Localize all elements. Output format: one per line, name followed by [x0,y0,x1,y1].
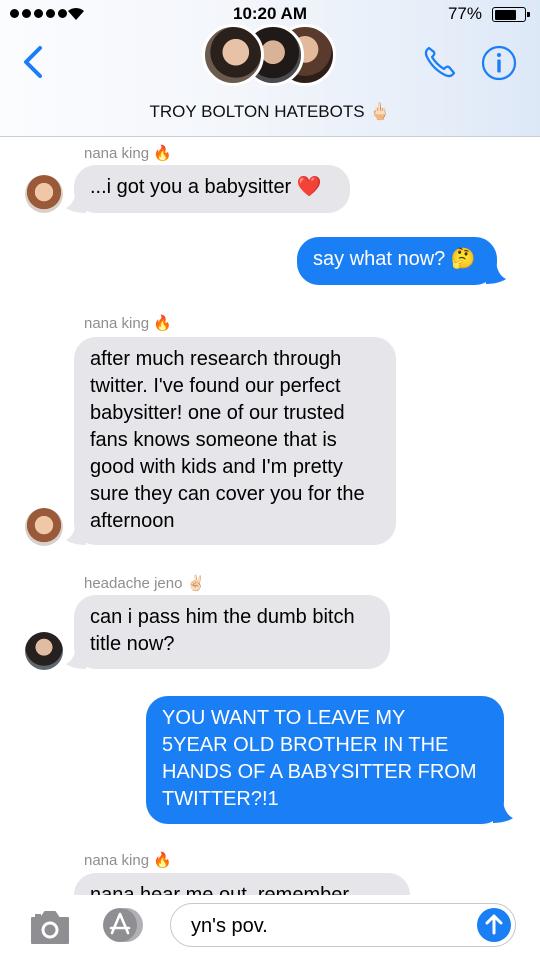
message-input-field[interactable] [170,903,516,947]
message-bubble-outgoing[interactable]: YOU WANT TO LEAVE MY 5YEAR OLD BROTHER I… [146,696,504,824]
message-input[interactable] [189,910,473,942]
sender-name: headache jeno ✌🏻 [84,575,206,592]
camera-icon[interactable] [28,909,72,945]
app-store-icon[interactable] [98,905,148,945]
message-bubble-incoming[interactable]: nana hear me out, remember [74,873,410,895]
arrow-up-icon [485,914,503,935]
sender-name: nana king 🔥 [84,315,172,332]
group-name[interactable]: TROY BOLTON HATEBOTS 🖕🏻 [0,102,540,122]
avatar[interactable] [25,508,63,546]
message-bubble-incoming[interactable]: after much research through twitter. I'v… [74,337,396,545]
message-bubble-outgoing[interactable]: say what now? 🤔 [297,237,497,285]
battery-percentage: 77% [447,4,482,23]
sender-name: nana king 🔥 [84,145,172,162]
chevron-left-icon[interactable] [18,42,48,82]
phone-icon[interactable] [420,44,460,80]
sender-name: nana king 🔥 [84,852,172,869]
avatar[interactable] [25,175,63,213]
conversation-header: 10:20 AM 77% TROY BOLTON HATEBOTS 🖕🏻 [0,0,540,137]
group-avatar-1 [202,24,264,86]
message-bubble-incoming[interactable]: ...i got you a babysitter ❤️ [74,165,350,213]
send-button[interactable] [477,908,511,942]
compose-bar [0,895,540,960]
group-avatars[interactable] [202,24,338,90]
message-list[interactable]: nana king 🔥 ...i got you a babysitter ❤️… [0,137,540,895]
avatar[interactable] [25,632,63,670]
battery-icon [492,7,530,22]
info-icon[interactable] [480,44,518,82]
message-bubble-incoming[interactable]: can i pass him the dumb bitch title now? [74,595,390,669]
battery-fill [494,9,517,20]
